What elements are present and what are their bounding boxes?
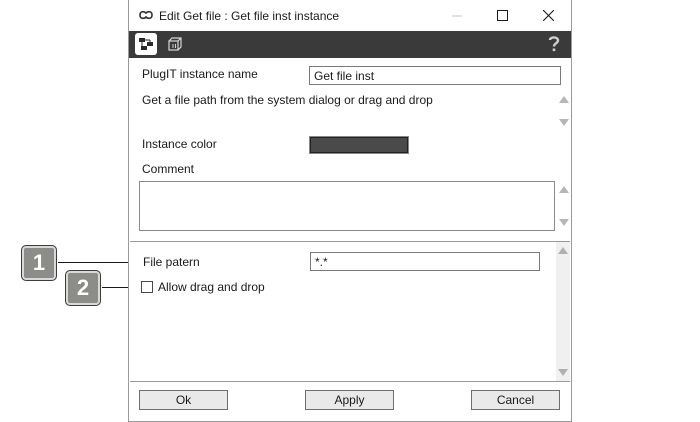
parameters-scroll-down-icon[interactable]: [558, 369, 568, 376]
callout-2-number: 2: [76, 275, 90, 300]
properties-view-button[interactable]: [135, 33, 157, 55]
edit-instance-dialog: Edit Get file : Get file inst instance P…: [128, 0, 572, 422]
description-scroll-down-icon[interactable]: [559, 119, 569, 126]
allow-drag-drop-label[interactable]: Allow drag and drop: [158, 280, 265, 294]
parameters-scrollbar[interactable]: [556, 242, 570, 381]
instance-name-input[interactable]: Get file inst: [309, 66, 561, 85]
allow-drag-drop-checkbox[interactable]: [141, 281, 153, 293]
callout-badge-2: 2: [65, 270, 101, 306]
cube-view-icon: [168, 37, 182, 51]
parameters-scroll-up-icon[interactable]: [558, 247, 568, 254]
properties-view-icon: [139, 38, 153, 50]
ok-button[interactable]: Ok: [139, 390, 228, 410]
description-scroll-up-icon[interactable]: [559, 96, 569, 103]
file-pattern-label: File patern: [143, 255, 200, 269]
comment-textarea[interactable]: [139, 181, 555, 231]
comment-scroll-up-icon[interactable]: [559, 186, 569, 193]
close-button[interactable]: [526, 0, 571, 31]
instance-color-label: Instance color: [142, 137, 217, 151]
cube-view-button[interactable]: [164, 33, 186, 55]
file-pattern-input[interactable]: *.*: [310, 252, 540, 271]
instance-name-label: PlugIT instance name: [142, 67, 258, 81]
maximize-button[interactable]: [480, 0, 525, 31]
minimize-icon: [451, 15, 462, 16]
close-icon: [543, 10, 554, 21]
comment-label: Comment: [142, 162, 195, 176]
apply-button[interactable]: Apply: [305, 390, 394, 410]
minimize-button[interactable]: [434, 0, 479, 31]
help-icon[interactable]: [547, 35, 561, 53]
comment-scroll-down-icon[interactable]: [559, 219, 569, 226]
maximize-icon: [497, 10, 508, 21]
title-bar[interactable]: Edit Get file : Get file inst instance: [129, 0, 571, 31]
instance-description: Get a file path from the system dialog o…: [142, 93, 433, 107]
callout-1-number: 1: [32, 250, 46, 275]
parameters-panel: File patern *.* Allow drag and drop: [130, 241, 570, 382]
cancel-button[interactable]: Cancel: [471, 390, 560, 410]
app-icon: [139, 10, 153, 20]
instance-color-picker[interactable]: [309, 136, 409, 154]
window-title: Edit Get file : Get file inst instance: [159, 9, 340, 23]
callout-badge-1: 1: [21, 245, 57, 281]
toolbar: [129, 31, 571, 58]
